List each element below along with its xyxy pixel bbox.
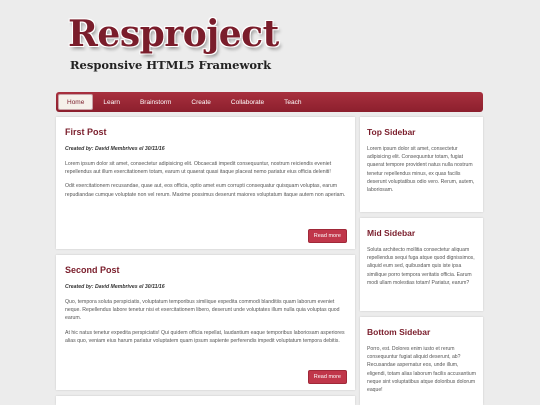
post-card-first: First Post Created by: David Membrives e…	[56, 117, 355, 249]
nav-item-home[interactable]: Home	[58, 94, 94, 110]
post-title[interactable]: Second Post	[65, 265, 346, 275]
sidebar-bottom: Bottom Sidebar Porro, est. Dolores enim …	[360, 317, 483, 405]
site-logo-title[interactable]: Resproject	[68, 14, 279, 54]
nav-item-teach[interactable]: Teach	[274, 92, 311, 112]
post-meta: Created by: David Membrives el 30/11/16	[65, 146, 165, 152]
read-more-button[interactable]: Read more	[307, 229, 347, 243]
post-title[interactable]: First Post	[65, 127, 346, 137]
post-paragraph: Quo, tempora soluta perspiciatis, volupt…	[65, 299, 340, 322]
sidebar-text: Porro, est. Dolores enim iusto et rerum …	[367, 346, 477, 394]
sidebar-mid: Mid Sidebar Soluta architecto mollitia c…	[360, 218, 483, 311]
post-paragraph: At hic natus tenetur expedita perspiciat…	[65, 329, 345, 344]
sidebar-top: Top Sidebar Lorem ipsum dolor sit amet, …	[360, 117, 483, 212]
sidebar-text: Lorem ipsum dolor sit amet, consectetur …	[367, 146, 475, 194]
nav-item-learn[interactable]: Learn	[93, 92, 130, 112]
post-card-third-partial	[56, 396, 355, 405]
sidebar-title: Mid Sidebar	[367, 228, 416, 238]
main-navbar: Home Learn Brainstorm Create Collaborate…	[56, 92, 483, 112]
nav-item-brainstorm[interactable]: Brainstorm	[130, 92, 181, 112]
nav-item-collaborate[interactable]: Collaborate	[221, 92, 274, 112]
post-paragraph: Odit exercitationem recusandae, quae aut…	[65, 183, 346, 198]
sidebar-title: Top Sidebar	[367, 127, 416, 137]
post-paragraph: Lorem ipsum dolor sit amet, consectetur …	[65, 161, 332, 176]
read-more-button[interactable]: Read more	[307, 370, 347, 384]
post-card-second: Second Post Created by: David Membrives …	[56, 255, 355, 390]
nav-item-create[interactable]: Create	[181, 92, 221, 112]
post-meta: Created by: David Membrives el 30/11/16	[65, 284, 165, 290]
sidebar-title: Bottom Sidebar	[367, 327, 431, 337]
site-tagline: Responsive HTML5 Framework	[70, 58, 272, 72]
sidebar-text: Soluta architecto mollitia consectetur a…	[367, 247, 475, 286]
